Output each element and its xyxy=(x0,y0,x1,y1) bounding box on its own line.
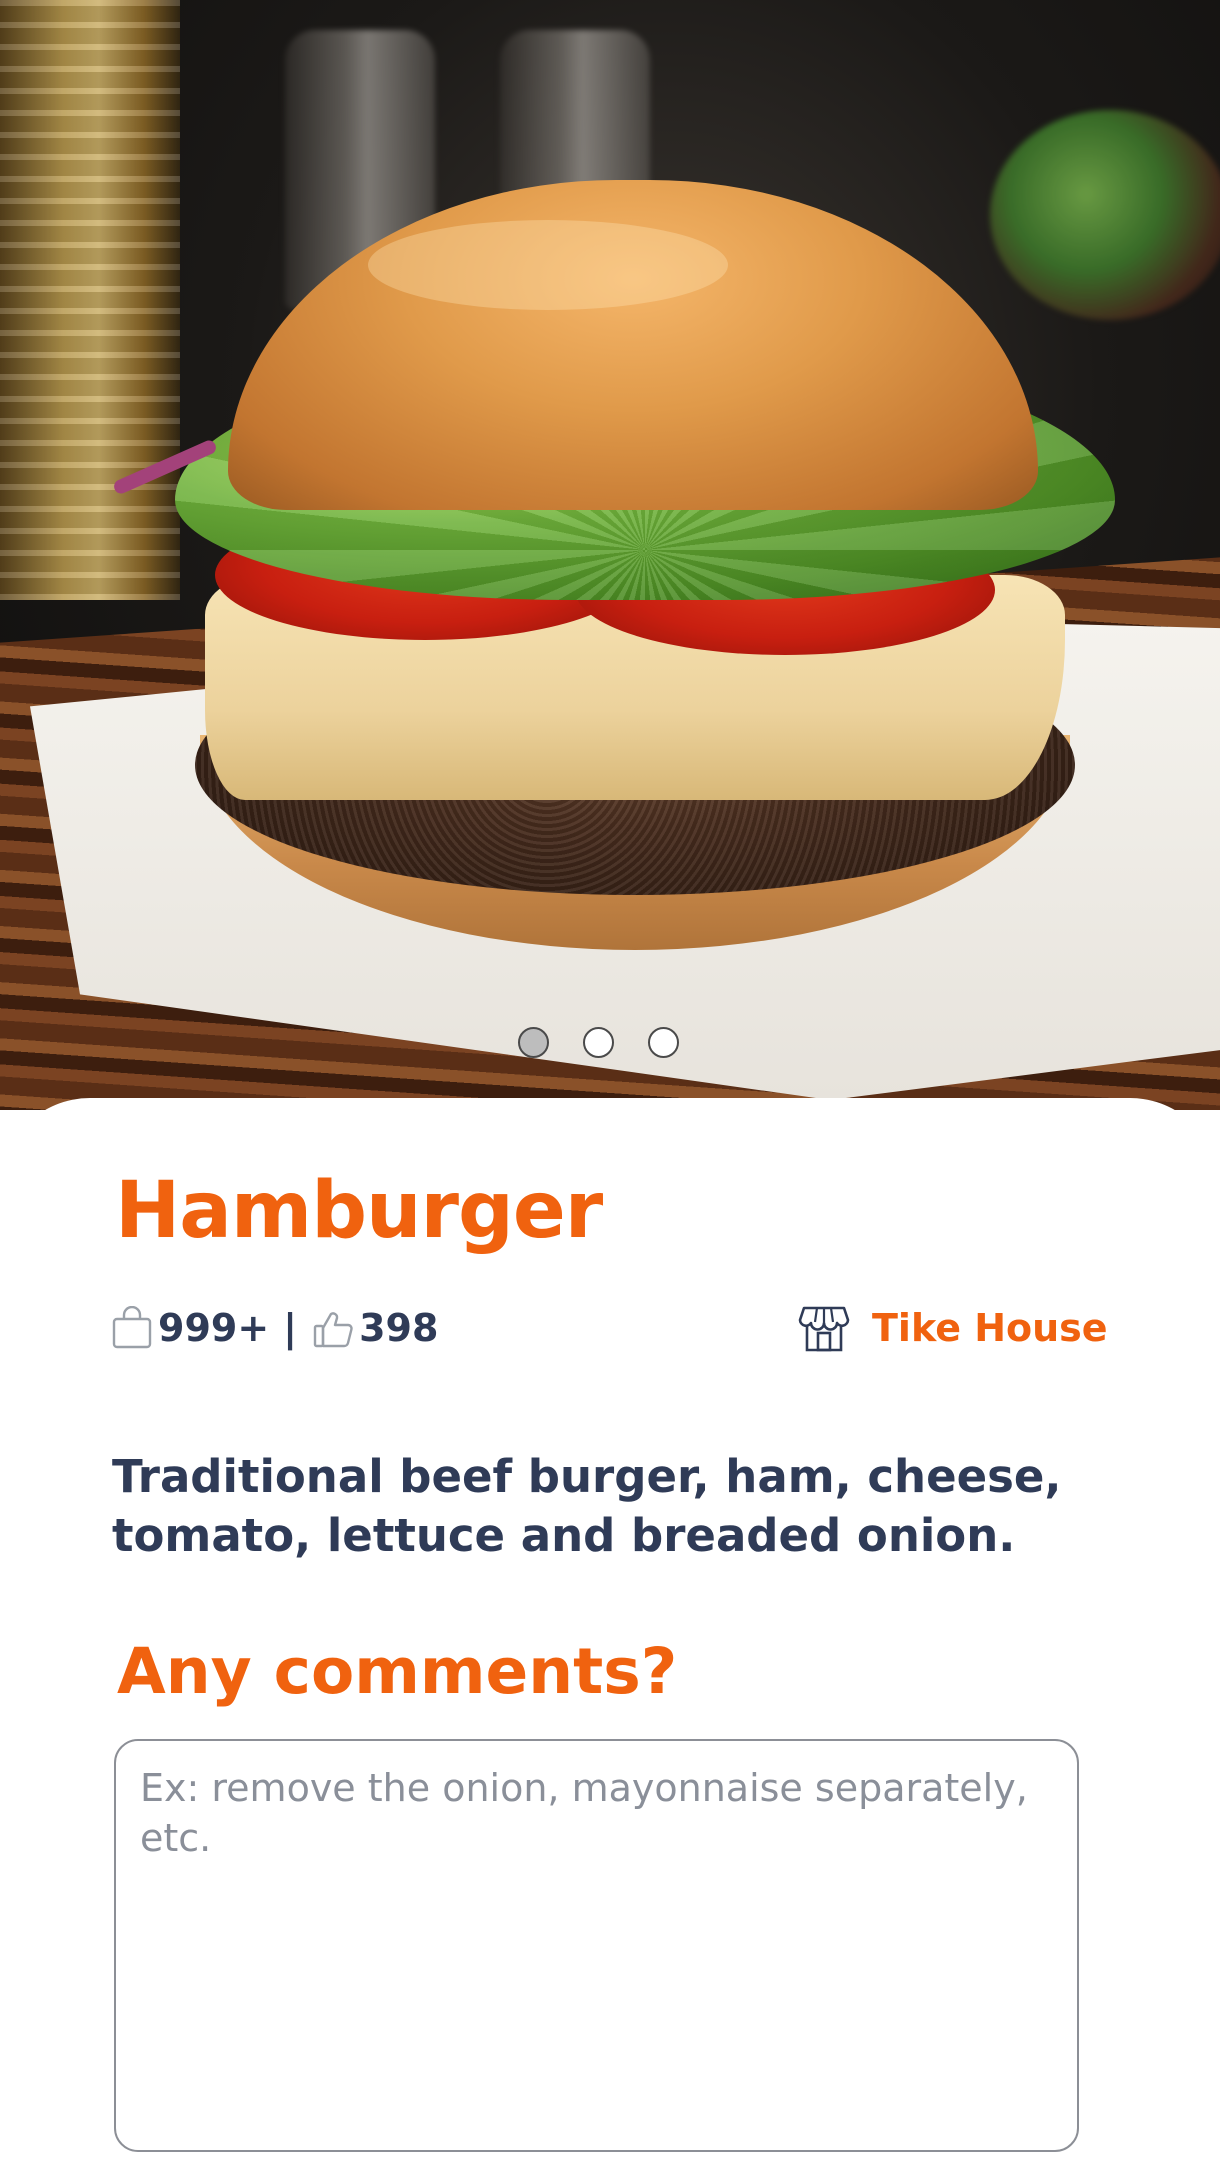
storefront-icon xyxy=(798,1302,850,1354)
comments-textarea[interactable] xyxy=(114,1739,1079,2152)
store-name: Tike House xyxy=(872,1306,1108,1350)
background-glass xyxy=(0,0,180,600)
product-image xyxy=(0,0,1220,1110)
store-link[interactable]: Tike House xyxy=(798,1300,1108,1356)
orders-count: 999+ xyxy=(158,1306,270,1350)
product-stats: 999+ | 398 xyxy=(110,1304,438,1352)
product-description: Traditional beef burger, ham, cheese, to… xyxy=(112,1450,1062,1562)
background-salad xyxy=(990,110,1220,320)
carousel-dot[interactable] xyxy=(518,1026,549,1058)
likes-count: 398 xyxy=(359,1306,439,1350)
carousel-indicator xyxy=(518,1024,679,1060)
thumbs-up-icon[interactable] xyxy=(311,1306,355,1350)
stats-separator: | xyxy=(283,1306,298,1350)
carousel-dot[interactable] xyxy=(583,1026,614,1058)
comments-title: Any comments? xyxy=(117,1635,678,1708)
shopping-bag-icon xyxy=(110,1306,154,1350)
product-title: Hamburger xyxy=(115,1166,603,1256)
carousel-dot[interactable] xyxy=(648,1026,679,1058)
